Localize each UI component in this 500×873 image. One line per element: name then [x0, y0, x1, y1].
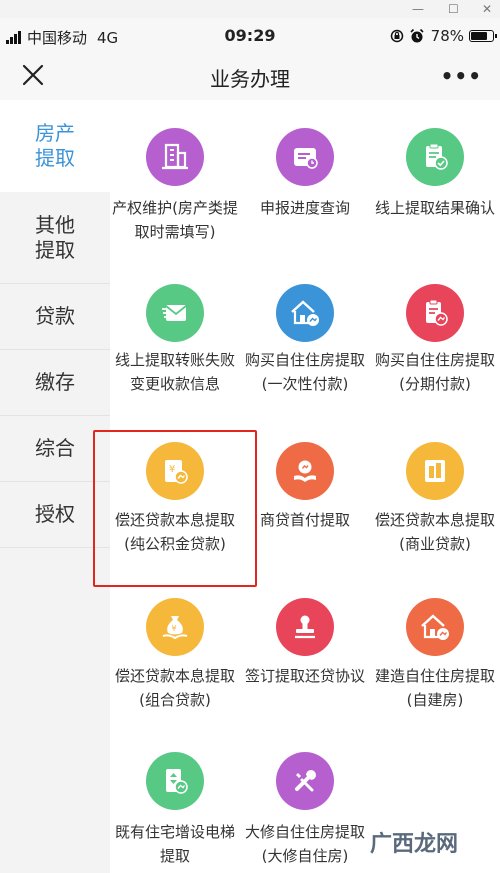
tile-icon-circle	[276, 284, 334, 342]
tile-icon-circle: ¥	[146, 442, 204, 500]
sidebar-item-other-withdrawal[interactable]: 其他 提取	[0, 192, 110, 284]
window-titlebar: — ☐ ✕	[0, 0, 500, 18]
close-window-icon[interactable]: ✕	[482, 2, 492, 16]
tile-icon-circle	[146, 128, 204, 186]
result-confirm-icon	[426, 143, 448, 170]
more-icon[interactable]: •••	[441, 64, 482, 88]
tile-repay-combined[interactable]: ¥ 偿还贷款本息提取(组合贷款)	[110, 598, 240, 748]
tile-commercial-down-payment[interactable]: 商贷首付提取	[240, 442, 370, 592]
rotation-lock-icon	[390, 29, 403, 43]
status-right: 78%	[390, 27, 497, 45]
tile-label: 签订提取还贷协议	[244, 667, 365, 685]
tile-repay-commercial[interactable]: 偿还贷款本息提取(商业贷款)	[370, 442, 500, 592]
tile-icon-circle	[406, 442, 464, 500]
watermark-text: 广西龙网	[370, 832, 459, 857]
battery-icon	[469, 30, 497, 42]
sidebar-item-label: 授权	[35, 502, 75, 526]
tile-icon-circle	[276, 128, 334, 186]
sidebar-item-label: 缴存	[35, 370, 75, 394]
tile-label: 偿还贷款本息提取(组合贷款)	[114, 667, 235, 709]
yuan-coin-icon: ¥	[165, 460, 188, 484]
alarm-icon	[410, 28, 424, 43]
battery-percent: 78%	[430, 27, 464, 45]
tile-label: 偿还贷款本息提取(商业贷款)	[374, 511, 495, 553]
tile-result-confirm[interactable]: 线上提取结果确认	[370, 128, 500, 278]
tile-elevator-install[interactable]: 既有住宅增设电梯提取	[110, 752, 240, 873]
building-doc-icon	[425, 460, 445, 482]
tile-icon-circle	[146, 752, 204, 810]
tile-icon-circle	[406, 128, 464, 186]
tile-label: 线上提取转账失败变更收款信息	[114, 351, 235, 393]
nav-bar: 业务办理 •••	[0, 52, 500, 100]
status-bar: 中国移动 4G 09:29 78%	[0, 18, 500, 52]
tile-icon-circle	[406, 598, 464, 656]
sidebar-item-label: 综合	[35, 436, 75, 460]
service-grid: 产权维护(房产类提取时需填写) 申报进度查询 线上提取结果确认 线上提取转账失败…	[110, 100, 500, 873]
maximize-icon[interactable]: ☐	[448, 2, 459, 16]
tile-sign-agreement[interactable]: 签订提取还贷协议	[240, 598, 370, 748]
tile-label: 偿还贷款本息提取(纯公积金贷款)	[114, 511, 235, 553]
sidebar-item-deposit[interactable]: 缴存	[0, 350, 110, 416]
tile-icon-circle	[276, 442, 334, 500]
house-coin-icon	[421, 614, 449, 640]
minimize-icon[interactable]: —	[412, 2, 424, 16]
tile-icon-circle: ¥	[146, 598, 204, 656]
wrench-icon	[295, 770, 316, 792]
tile-property-maintenance[interactable]: 产权维护(房产类提取时需填写)	[110, 128, 240, 278]
tile-major-repair[interactable]: 大修自住住房提取(大修自住房)	[240, 752, 370, 873]
page-title: 业务办理	[210, 67, 290, 91]
tile-repay-pure-fund[interactable]: ¥ 偿还贷款本息提取(纯公积金贷款)	[110, 442, 240, 592]
house-coin-icon	[291, 300, 319, 326]
tile-icon-circle	[276, 752, 334, 810]
tile-label: 购买自住住房提取(分期付款)	[374, 351, 495, 393]
sidebar-item-label: 贷款	[35, 304, 75, 328]
sidebar-item-label: 房产 提取	[35, 121, 75, 170]
sidebar-item-property-withdrawal[interactable]: 房产 提取	[0, 100, 110, 192]
tile-label: 线上提取结果确认	[374, 199, 495, 217]
tile-progress-query[interactable]: 申报进度查询	[240, 128, 370, 278]
battery-fill	[471, 32, 488, 40]
tile-label: 购买自住住房提取(一次性付款)	[244, 351, 365, 393]
tile-label: 商贷首付提取	[259, 511, 350, 529]
tile-icon-circle	[146, 284, 204, 342]
document-coin-icon	[426, 299, 448, 326]
tile-label: 申报进度查询	[259, 199, 350, 217]
money-bag-icon: ¥	[162, 616, 188, 640]
sidebar-item-general[interactable]: 综合	[0, 416, 110, 482]
tile-icon-circle	[276, 598, 334, 656]
tile-label: 建造自住住房提取(自建房)	[374, 667, 495, 709]
tile-label: 既有住宅增设电梯提取	[114, 823, 235, 865]
category-sidebar: 房产 提取 其他 提取 贷款 缴存 综合 授权	[0, 100, 110, 873]
svg-text:¥: ¥	[169, 464, 175, 475]
stamp-icon	[295, 615, 315, 639]
tile-house-installment[interactable]: 购买自住住房提取(分期付款)	[370, 284, 500, 434]
tile-icon-circle	[406, 284, 464, 342]
tile-house-lump-sum[interactable]: 购买自住住房提取(一次性付款)	[240, 284, 370, 434]
sidebar-item-loan[interactable]: 贷款	[0, 284, 110, 350]
building-icon	[162, 143, 188, 170]
hand-coin-icon	[294, 460, 316, 482]
progress-query-icon	[294, 148, 318, 169]
envelope-icon	[162, 305, 187, 321]
tile-self-build[interactable]: 建造自住住房提取(自建房)	[370, 598, 500, 748]
elevator-icon	[166, 769, 188, 794]
sidebar-item-authorization[interactable]: 授权	[0, 482, 110, 548]
tile-label: 产权维护(房产类提取时需填写)	[112, 199, 238, 241]
sidebar-item-label: 其他 提取	[35, 212, 75, 262]
tile-label: 大修自住住房提取(大修自住房)	[244, 823, 365, 865]
tile-transfer-fail-update[interactable]: 线上提取转账失败变更收款信息	[110, 284, 240, 434]
svg-text:¥: ¥	[172, 624, 177, 633]
